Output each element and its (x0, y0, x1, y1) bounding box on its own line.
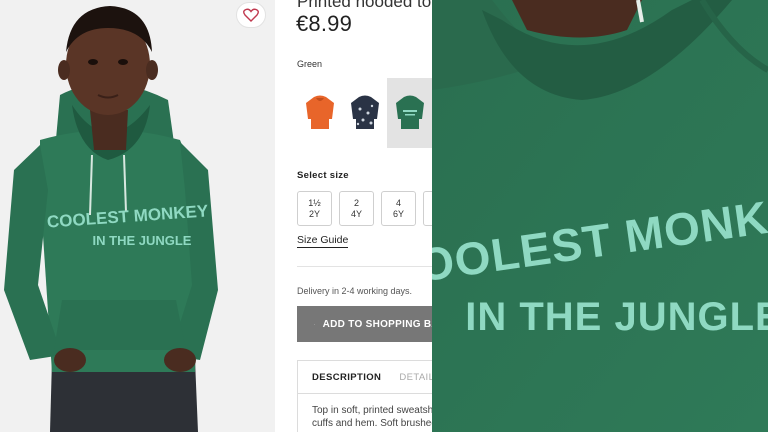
divider (297, 266, 432, 267)
delivery-info: Delivery in 2-4 working days. (297, 286, 413, 296)
size-age-range: 2 (353, 197, 359, 208)
shopping-bag-icon (314, 323, 315, 325)
orange-hoodie-icon (305, 95, 334, 129)
description-line: Top in soft, printed sweatshirt (312, 405, 432, 416)
size-option[interactable]: 1½ 2Y (297, 191, 332, 226)
size-age-range-end: 4Y (350, 208, 362, 219)
product-price: €8.99 (296, 11, 353, 36)
size-age-range-end: 6Y (392, 208, 404, 219)
heart-icon (243, 8, 259, 22)
swatch-orange[interactable] (297, 78, 342, 148)
size-guide-link[interactable]: Size Guide (297, 234, 349, 248)
zoom-illustration: COOLEST MONKEY IN THE JUNGLE (432, 0, 768, 432)
select-size-label: Select size (297, 170, 349, 181)
swatch-navy[interactable] (342, 78, 387, 148)
size-option[interactable] (423, 191, 432, 226)
description-text: Top in soft, printed sweatshirt cuffs an… (297, 394, 432, 432)
size-option[interactable]: 4 6Y (381, 191, 416, 226)
size-age-range-end: 2Y (308, 208, 320, 219)
zoom-print-line2: IN THE JUNGLE (465, 295, 768, 339)
size-options: 1½ 2Y 2 4Y 4 6Y (297, 191, 432, 226)
zoomed-print-photo: COOLEST MONKEY IN THE JUNGLE (432, 0, 768, 432)
size-age-range: 4 (395, 197, 401, 208)
add-to-bag-label: ADD TO SHOPPING BAG (322, 318, 432, 330)
info-tabs: DESCRIPTION DETAILS (297, 360, 432, 394)
tab-details[interactable]: DETAILS (399, 372, 432, 383)
product-details: Printed hooded to €8.99 Green Select siz… (275, 0, 432, 432)
size-option[interactable]: 2 4Y (339, 191, 374, 226)
print-text-line2: IN THE JUNGLE (93, 233, 192, 248)
size-age-range: 1½ (308, 197, 321, 208)
green-hoodie-icon (395, 95, 424, 129)
color-swatches (297, 78, 432, 148)
swatch-green[interactable] (387, 78, 432, 148)
description-line: cuffs and hem. Soft brushed (312, 418, 432, 429)
favorite-button[interactable] (236, 2, 266, 28)
navy-hoodie-icon (350, 95, 379, 129)
model-illustration: COOLEST MONKEY IN THE JUNGLE (0, 0, 275, 432)
product-photo[interactable]: COOLEST MONKEY IN THE JUNGLE (0, 0, 275, 432)
selected-color-label: Green (297, 59, 323, 69)
tab-description[interactable]: DESCRIPTION (312, 372, 381, 383)
add-to-bag-button[interactable]: ADD TO SHOPPING BAG (297, 306, 432, 342)
